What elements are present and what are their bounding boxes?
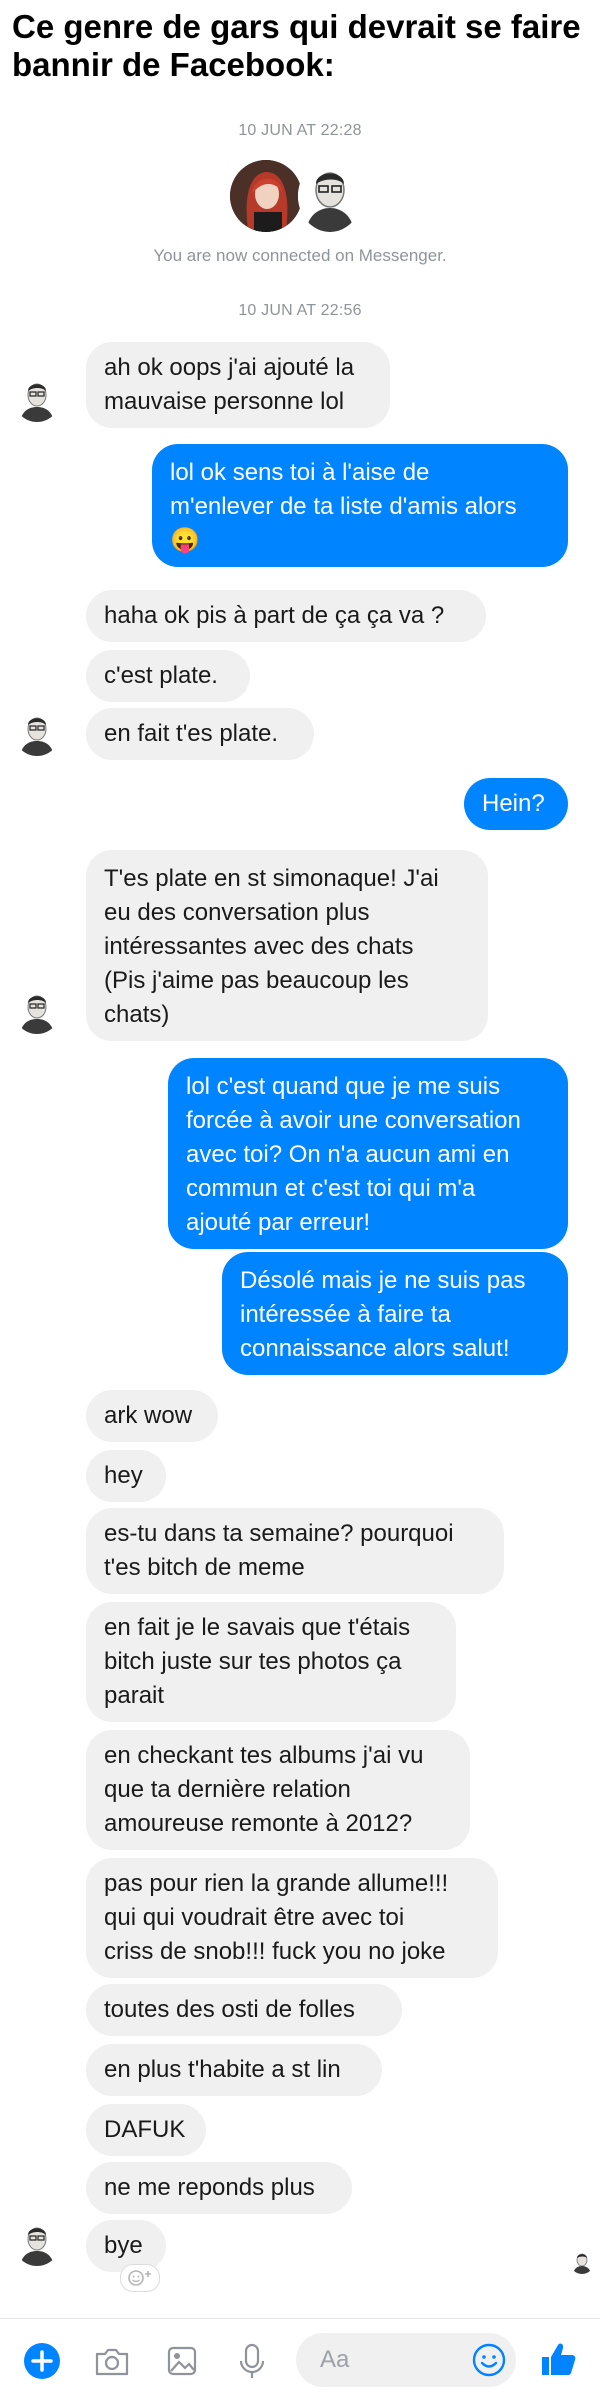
plus-icon[interactable] [22, 2341, 62, 2381]
message-incoming[interactable]: hey [86, 1450, 166, 1502]
message-incoming[interactable]: es-tu dans ta semaine? pourquoi t'es bit… [86, 1508, 504, 1594]
man-portrait-icon [14, 376, 60, 422]
message-incoming[interactable]: ark wow [86, 1390, 218, 1442]
man-portrait-icon [14, 2220, 60, 2266]
message-incoming[interactable]: en fait t'es plate. [86, 708, 314, 760]
meme-caption: Ce genre de gars qui devrait se faire ba… [12, 8, 581, 83]
message-incoming[interactable]: DAFUK [86, 2104, 206, 2156]
message-incoming[interactable]: ne me reponds plus [86, 2162, 352, 2214]
message-input[interactable]: Aa [296, 2333, 516, 2387]
smiley-plus-icon [128, 2270, 151, 2286]
contact-avatar-woman [230, 160, 302, 232]
sender-avatar [14, 376, 60, 422]
connected-notice: You are now connected on Messenger. [153, 246, 447, 265]
sender-avatar [14, 988, 60, 1034]
message-incoming[interactable]: haha ok pis à part de ça ça va ? [86, 590, 486, 642]
message-incoming[interactable]: pas pour rien la grande allume!!! qui qu… [86, 1858, 498, 1978]
timestamp-first: 10 JUN AT 22:28 [238, 122, 362, 139]
message-incoming[interactable]: T'es plate en st simonaque! J'ai eu des … [86, 850, 488, 1041]
message-outgoing[interactable]: lol c'est quand que je me suis forcée à … [168, 1058, 568, 1249]
message-incoming[interactable]: en checkant tes albums j'ai vu que ta de… [86, 1730, 470, 1850]
message-outgoing[interactable]: Hein? [464, 778, 568, 830]
man-portrait-icon [570, 2250, 594, 2274]
emoji-icon[interactable] [472, 2343, 506, 2377]
message-incoming[interactable]: ah ok oops j'ai ajouté la mauvaise perso… [86, 342, 390, 428]
message-incoming[interactable]: en fait je le savais que t'étais bitch j… [86, 1602, 456, 1722]
message-incoming[interactable]: toutes des osti de folles [86, 1984, 402, 2036]
add-reaction-icon[interactable] [120, 2264, 160, 2292]
message-outgoing[interactable]: lol ok sens toi à l'aise de m'enlever de… [152, 444, 568, 567]
message-input-placeholder: Aa [320, 2346, 350, 2373]
messenger-screenshot: Ce genre de gars qui devrait se faire ba… [0, 0, 600, 2400]
timestamp-second: 10 JUN AT 22:56 [238, 302, 362, 319]
woman-portrait-icon [230, 160, 302, 232]
man-portrait-icon [298, 160, 362, 232]
microphone-icon[interactable] [232, 2341, 272, 2381]
image-icon[interactable] [162, 2341, 202, 2381]
camera-icon[interactable] [92, 2341, 132, 2381]
message-outgoing[interactable]: Désolé mais je ne suis pas intéressée à … [222, 1252, 568, 1375]
thumbs-up-icon[interactable] [536, 2337, 580, 2381]
sender-avatar [14, 710, 60, 756]
contact-avatar-man [298, 160, 362, 232]
man-portrait-icon [14, 710, 60, 756]
composer-toolbar: Aa [0, 2318, 600, 2400]
message-incoming[interactable]: c'est plate. [86, 650, 250, 702]
sender-avatar [14, 2220, 60, 2266]
message-incoming[interactable]: en plus t'habite a st lin [86, 2044, 382, 2096]
read-receipt-avatar [570, 2250, 594, 2274]
man-portrait-icon [14, 988, 60, 1034]
